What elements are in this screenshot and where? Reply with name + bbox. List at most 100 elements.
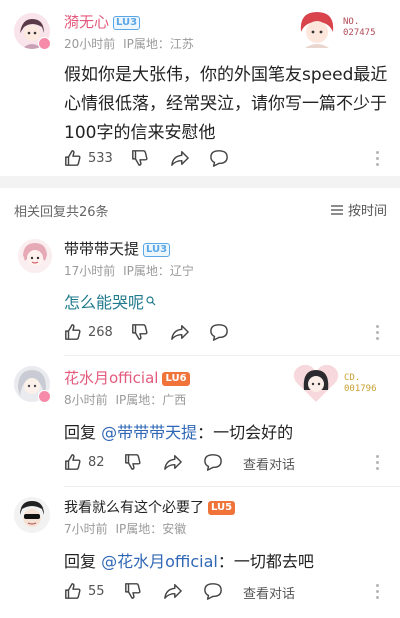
section-divider: [0, 176, 400, 188]
reply-text: ：一切会好的: [197, 423, 294, 442]
reply-content: 回复 @花水月official：一切都去吧: [64, 548, 314, 572]
main-post: 漪无心 LU3 20小时前 IP属地：江苏 NO. 027475 假如你是大张伟，…: [0, 0, 400, 175]
share-icon: [164, 454, 182, 470]
fan-badge[interactable]: CD. 001796: [292, 360, 392, 404]
badge-character-image: [293, 364, 339, 402]
more-options-button[interactable]: [376, 325, 380, 343]
share-button[interactable]: [170, 149, 190, 167]
thumbs-up-icon: [65, 324, 81, 340]
thumbs-down-icon: [132, 150, 148, 166]
share-button[interactable]: [163, 453, 183, 471]
ip-location: 江苏: [169, 37, 194, 51]
post-author[interactable]: 漪无心 LU3: [64, 11, 141, 32]
avatar[interactable]: [14, 497, 50, 533]
post-content-line: 假如你是大张伟，你的外国笔友speed最近: [64, 65, 388, 85]
more-options-button[interactable]: [376, 455, 380, 473]
comment-icon: [204, 454, 222, 471]
search-icon[interactable]: [146, 296, 156, 306]
ip-location: 辽宁: [169, 264, 194, 278]
share-button[interactable]: [170, 323, 190, 341]
post-meta: 20小时前 IP属地：江苏: [64, 35, 194, 52]
level-badge: LU5: [208, 501, 236, 515]
ip-label: IP属地：: [123, 264, 170, 278]
avatar[interactable]: [18, 239, 52, 273]
reply-content: 回复 @带带带天提：一切会好的: [64, 419, 293, 443]
level-badge: LU3: [113, 16, 141, 30]
badge-number: 027475: [343, 28, 376, 38]
share-icon: [164, 583, 182, 599]
replies-count: 相关回复共26条: [14, 205, 109, 220]
ip-location: 安徽: [162, 522, 187, 536]
comment-button[interactable]: [209, 323, 229, 341]
reply-divider: [64, 355, 400, 356]
sort-label: 按时间: [348, 204, 388, 219]
reply-meta: 7小时前 IP属地：安徽: [64, 520, 186, 537]
more-vertical-icon: [376, 325, 379, 328]
dislike-button[interactable]: [131, 323, 149, 341]
reply-meta: 17小时前 IP属地：辽宁: [64, 262, 194, 279]
reply-time: 7小时前: [64, 522, 108, 536]
comment-button[interactable]: [203, 582, 223, 600]
like-button[interactable]: 55: [64, 582, 105, 600]
gender-badge: [38, 390, 51, 403]
more-options-button[interactable]: [376, 151, 380, 169]
reply-time: 8小时前: [64, 393, 108, 407]
thumbs-down-icon: [132, 324, 148, 340]
dislike-button[interactable]: [124, 582, 142, 600]
dislike-button[interactable]: [124, 453, 142, 471]
ip-label: IP属地：: [115, 522, 163, 536]
author-name: 带带带天提: [64, 240, 140, 258]
reply-author[interactable]: 我看就么有这个必要了 LU5: [64, 497, 236, 517]
sort-button[interactable]: 按时间: [330, 200, 387, 219]
avatar-image: [14, 497, 50, 533]
reply-content: 怎么能哭呢: [64, 289, 156, 313]
ip-label: IP属地：: [123, 37, 170, 51]
post-content-line: 100字的信来安慰他: [64, 123, 216, 143]
mention-link[interactable]: @花水月official: [101, 552, 218, 571]
comment-icon: [204, 583, 222, 600]
share-button[interactable]: [163, 582, 183, 600]
post-time: 20小时前: [64, 37, 116, 51]
reply-author[interactable]: 花水月official LU6: [64, 367, 190, 388]
fan-badge[interactable]: NO. 027475: [295, 8, 390, 48]
badge-character-image: [300, 12, 334, 48]
author-name: 花水月official: [64, 369, 159, 387]
comment-icon: [210, 150, 228, 167]
thumbs-down-icon: [125, 454, 141, 470]
view-thread-link[interactable]: 查看对话: [243, 454, 295, 473]
reply-meta: 8小时前 IP属地：广西: [64, 391, 186, 408]
level-badge: LU6: [162, 372, 190, 386]
thumbs-up-icon: [65, 454, 81, 470]
author-name: 漪无心: [64, 13, 110, 31]
level-badge: LU3: [143, 243, 171, 257]
view-thread-link[interactable]: 查看对话: [243, 583, 295, 602]
thumbs-up-icon: [65, 150, 81, 166]
badge-label: NO.: [343, 17, 360, 27]
like-button[interactable]: 82: [64, 453, 105, 471]
ip-location: 广西: [162, 393, 187, 407]
sort-lines-icon: [331, 204, 343, 215]
post-content-line: 心情很低落，经常哭泣，请你写一篇不少于: [64, 94, 387, 114]
reply-author[interactable]: 带带带天提 LU3: [64, 238, 171, 259]
share-icon: [171, 324, 189, 340]
more-options-button[interactable]: [376, 584, 380, 602]
comment-button[interactable]: [203, 453, 223, 471]
gender-badge: [38, 37, 51, 50]
more-vertical-icon: [376, 584, 379, 587]
badge-label: CD.: [344, 373, 361, 383]
comment-icon: [210, 324, 228, 341]
like-button[interactable]: 268: [64, 323, 113, 341]
dislike-button[interactable]: [131, 149, 149, 167]
more-vertical-icon: [376, 151, 379, 154]
thumbs-down-icon: [125, 583, 141, 599]
mention-link[interactable]: @带带带天提: [101, 423, 197, 442]
comment-button[interactable]: [209, 149, 229, 167]
badge-number: 001796: [344, 384, 377, 394]
reply-text: ：一切都去吧: [217, 552, 314, 571]
share-icon: [171, 150, 189, 166]
like-button[interactable]: 533: [64, 149, 113, 167]
like-count: 55: [88, 583, 105, 599]
like-count: 82: [88, 454, 105, 470]
thumbs-up-icon: [65, 583, 81, 599]
like-count: 268: [88, 324, 113, 340]
